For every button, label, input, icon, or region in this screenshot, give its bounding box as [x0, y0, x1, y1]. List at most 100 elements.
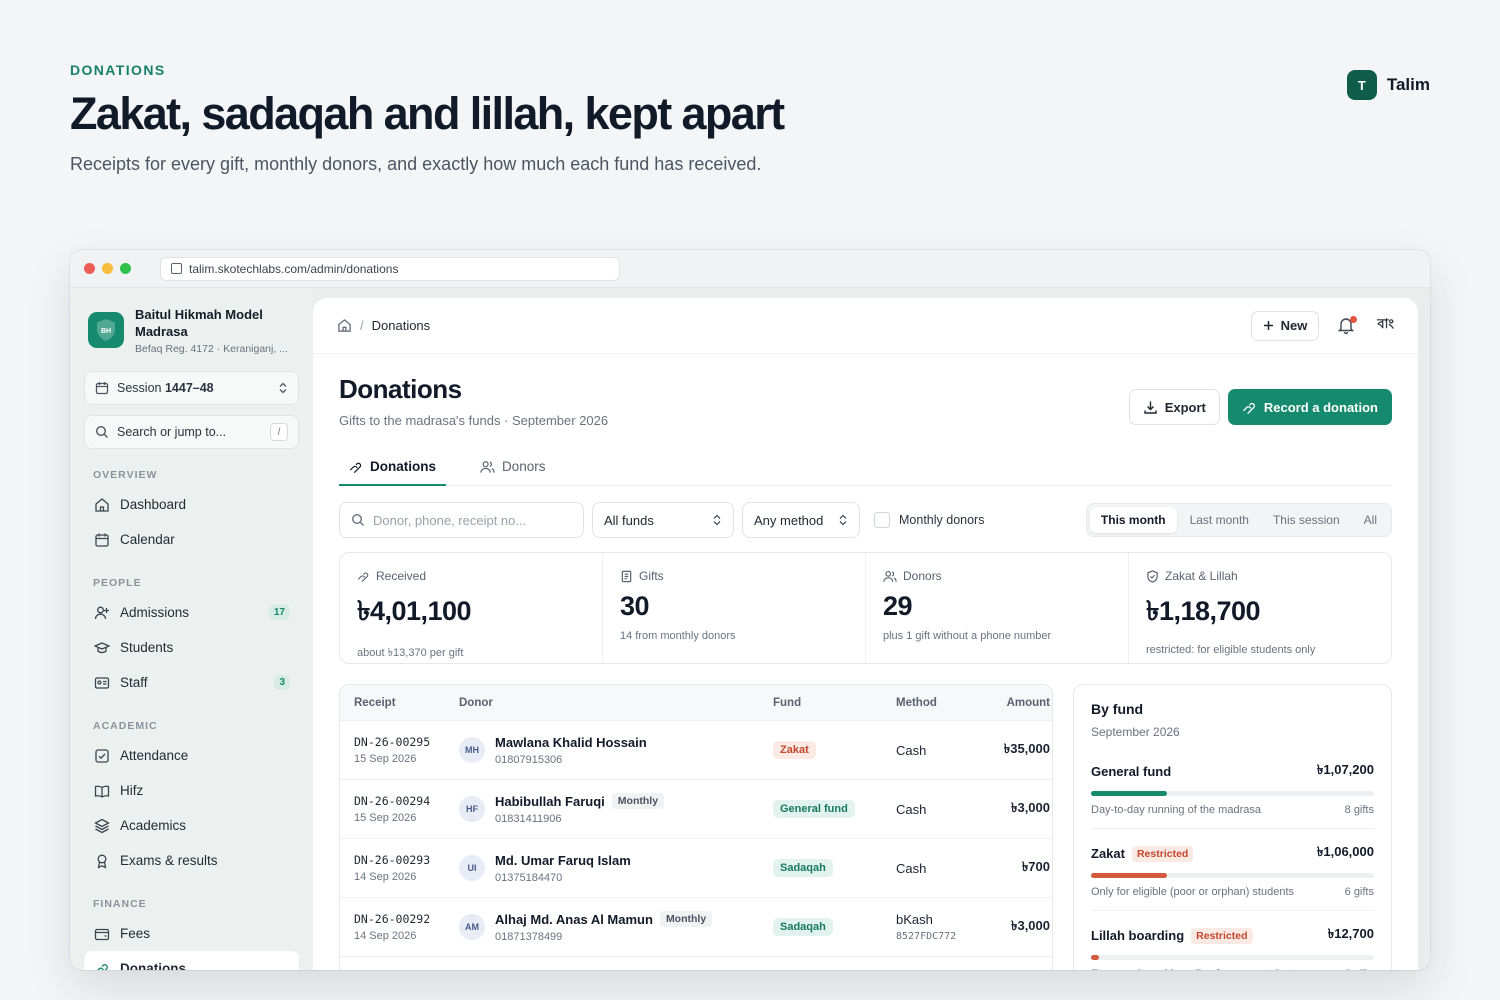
- fund-item[interactable]: Lillah boarding Restricted ৳12,700 Free mea…: [1091, 911, 1374, 970]
- record-donation-button[interactable]: Record a donation: [1227, 389, 1392, 425]
- monthly-donors-checkbox[interactable]: [874, 512, 890, 528]
- close-window-dot[interactable]: [84, 263, 95, 274]
- tab-bar: Donations Donors: [339, 448, 1392, 486]
- sidebar-item-label: Exams & results: [120, 853, 218, 868]
- method-select[interactable]: Any method: [742, 502, 860, 538]
- user-plus-icon: [93, 604, 110, 621]
- column-fund[interactable]: Fund: [773, 697, 896, 709]
- main-panel: / Donations New বাং Donations Gifts to t…: [313, 298, 1418, 970]
- period-all[interactable]: All: [1353, 507, 1388, 533]
- by-fund-title: By fund: [1091, 701, 1144, 717]
- table-row[interactable]: DN-26-00293 14 Sep 2026 UI Md. Umar Faruq I…: [340, 839, 1052, 898]
- method-select-value: Any method: [754, 512, 824, 528]
- new-button[interactable]: New: [1250, 310, 1320, 341]
- donor-name[interactable]: Alhaj Md. Anas Al Mamun: [495, 912, 653, 927]
- period-this-session[interactable]: This session: [1262, 507, 1351, 533]
- sidebar-item-label: Attendance: [120, 748, 189, 763]
- fund-select-value: All funds: [604, 512, 654, 528]
- maximize-window-dot[interactable]: [120, 263, 131, 274]
- sidebar-item-calendar[interactable]: Calendar: [84, 522, 299, 557]
- sidebar-item-students[interactable]: Students: [84, 630, 299, 665]
- sidebar-item-label: Staff: [120, 675, 148, 690]
- sidebar-item-academics[interactable]: Academics: [84, 808, 299, 843]
- table-row[interactable]: DN-26-00295 15 Sep 2026 MH Mawlana Khalid H…: [340, 721, 1052, 780]
- donations-table: Receipt Donor Fund Method Amount DN-26-0…: [339, 684, 1053, 970]
- donor-name[interactable]: Md. Umar Faruq Islam: [495, 853, 631, 868]
- receipt-number[interactable]: DN-26-00292: [354, 912, 459, 926]
- hero-subtitle: Receipts for every gift, monthly donors,…: [70, 154, 762, 174]
- sidebar-item-label: Donations: [120, 961, 186, 970]
- sidebar-item-label: Admissions: [120, 605, 190, 620]
- address-bar[interactable]: talim.skotechlabs.com/admin/donations: [160, 256, 620, 281]
- notifications-button[interactable]: [1337, 315, 1358, 336]
- sidebar-item-attendance[interactable]: Attendance: [84, 738, 299, 773]
- period-last-month[interactable]: Last month: [1179, 507, 1260, 533]
- fund-select[interactable]: All funds: [592, 502, 734, 538]
- language-toggle[interactable]: বাং: [1377, 315, 1394, 336]
- sidebar-item-label: Students: [120, 640, 174, 655]
- page-subtitle: Gifts to the madrasa's funds · September…: [339, 413, 609, 428]
- tab-donations[interactable]: Donations: [339, 448, 446, 486]
- donor-name[interactable]: Habibullah Faruqi: [495, 794, 605, 809]
- section-people: PEOPLE: [93, 577, 142, 589]
- hand-heart-icon: [357, 571, 369, 582]
- period-this-month[interactable]: This month: [1089, 507, 1177, 533]
- download-icon: [1144, 401, 1157, 414]
- notification-dot: [1350, 315, 1358, 323]
- restricted-badge: Restricted: [1191, 927, 1253, 944]
- fund-name: General fund: [1091, 764, 1172, 779]
- page-title: Donations: [339, 374, 462, 404]
- table-row[interactable]: DN-26-00292 14 Sep 2026 AM Alhaj Md. Anas A…: [340, 898, 1052, 957]
- fund-item[interactable]: Zakat Restricted ৳1,06,000 Only for eligibl…: [1091, 829, 1374, 911]
- fund-amount: ৳1,07,200: [1316, 762, 1374, 777]
- stat-note: 14 from monthly donors: [620, 630, 736, 642]
- tab-donors[interactable]: Donors: [470, 448, 556, 485]
- payment-method: bKash: [896, 912, 933, 927]
- sidebar-item-exams[interactable]: Exams & results: [84, 843, 299, 878]
- monthly-donors-filter[interactable]: Monthly donors: [874, 512, 984, 528]
- by-fund-card: By fund September 2026 General fund ৳1,07…: [1073, 684, 1392, 970]
- stat-note: plus 1 gift without a phone number: [883, 630, 1052, 642]
- fund-cell: Sadaqah: [773, 859, 896, 877]
- session-selector[interactable]: Session 1447–48: [84, 371, 299, 405]
- column-amount[interactable]: Amount: [994, 697, 1052, 709]
- payment-method: Cash: [896, 860, 927, 876]
- sidebar-item-fees[interactable]: Fees: [84, 916, 299, 951]
- sidebar-item-staff[interactable]: Staff 3: [84, 665, 299, 700]
- minimize-window-dot[interactable]: [102, 263, 113, 274]
- fund-cell: General fund: [773, 800, 896, 818]
- donation-search[interactable]: [339, 502, 584, 538]
- sidebar-item-donations[interactable]: Donations: [84, 951, 299, 970]
- donor-phone: 01831411906: [495, 813, 562, 825]
- fund-item[interactable]: General fund ৳1,07,200 Day-to-day running …: [1091, 747, 1374, 829]
- column-donor[interactable]: Donor: [459, 697, 773, 709]
- receipt-number[interactable]: DN-26-00294: [354, 794, 459, 808]
- record-donation-label: Record a donation: [1263, 399, 1378, 415]
- table-header: Receipt Donor Fund Method Amount: [340, 685, 1052, 721]
- fund-progress-bar: [1091, 955, 1374, 960]
- payment-method: Cash: [896, 742, 927, 758]
- search-shortcut: /: [270, 423, 288, 441]
- donation-search-input[interactable]: [373, 512, 533, 528]
- monthly-badge: Monthly: [659, 911, 713, 927]
- donor-cell: UI Md. Umar Faruq Islam 01375184470: [459, 853, 773, 884]
- stat-received: Received ৳4,01,100 about ৳13,370 per gif…: [340, 553, 603, 663]
- shield-check-icon: [1147, 569, 1158, 583]
- receipt-number[interactable]: DN-26-00293: [354, 853, 459, 867]
- table-row[interactable]: DN-26-00294 15 Sep 2026 HF Habibullah Faruq…: [340, 780, 1052, 839]
- amount-cell: ৳3,000: [1010, 799, 1050, 815]
- column-receipt[interactable]: Receipt: [340, 697, 459, 709]
- column-method[interactable]: Method: [896, 697, 994, 709]
- sidebar-item-dashboard[interactable]: Dashboard: [84, 487, 299, 522]
- export-button[interactable]: Export: [1128, 389, 1220, 425]
- home-icon[interactable]: [337, 318, 352, 333]
- fund-description: Only for eligible (poor or orphan) stude…: [1091, 886, 1294, 898]
- fund-cell: Sadaqah: [773, 918, 896, 936]
- sidebar-search[interactable]: Search or jump to... /: [84, 415, 299, 449]
- donor-name[interactable]: Mawlana Khalid Hossain: [495, 735, 647, 750]
- page-icon: [171, 263, 182, 274]
- fund-amount: ৳1,06,000: [1316, 844, 1374, 859]
- receipt-number[interactable]: DN-26-00295: [354, 735, 459, 749]
- sidebar-item-admissions[interactable]: Admissions 17: [84, 595, 299, 630]
- sidebar-item-hifz[interactable]: Hifz: [84, 773, 299, 808]
